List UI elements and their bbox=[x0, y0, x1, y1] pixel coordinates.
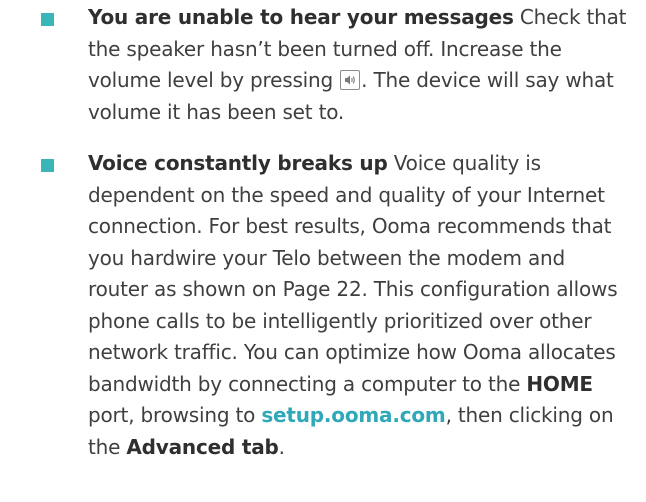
home-port-label: HOME bbox=[526, 371, 593, 396]
advanced-tab-label: Advanced tab bbox=[126, 434, 279, 459]
list-item: You are unable to hear your messages Che… bbox=[0, 2, 628, 128]
troubleshooting-section: You are unable to hear your messages Che… bbox=[0, 0, 646, 502]
item-text: port, browsing to bbox=[88, 403, 262, 427]
volume-icon bbox=[340, 70, 361, 90]
list-item: Voice constantly breaks up Voice quality… bbox=[0, 148, 628, 463]
bullet-square bbox=[41, 159, 54, 172]
item-heading: You are unable to hear your messages bbox=[88, 5, 514, 29]
item-text: Voice quality is dependent on the speed … bbox=[88, 151, 618, 396]
setup-link[interactable]: setup.ooma.com bbox=[261, 403, 445, 427]
bullet-square bbox=[41, 13, 54, 26]
item-text: . bbox=[278, 434, 285, 459]
item-heading: Voice constantly breaks up bbox=[88, 151, 388, 175]
